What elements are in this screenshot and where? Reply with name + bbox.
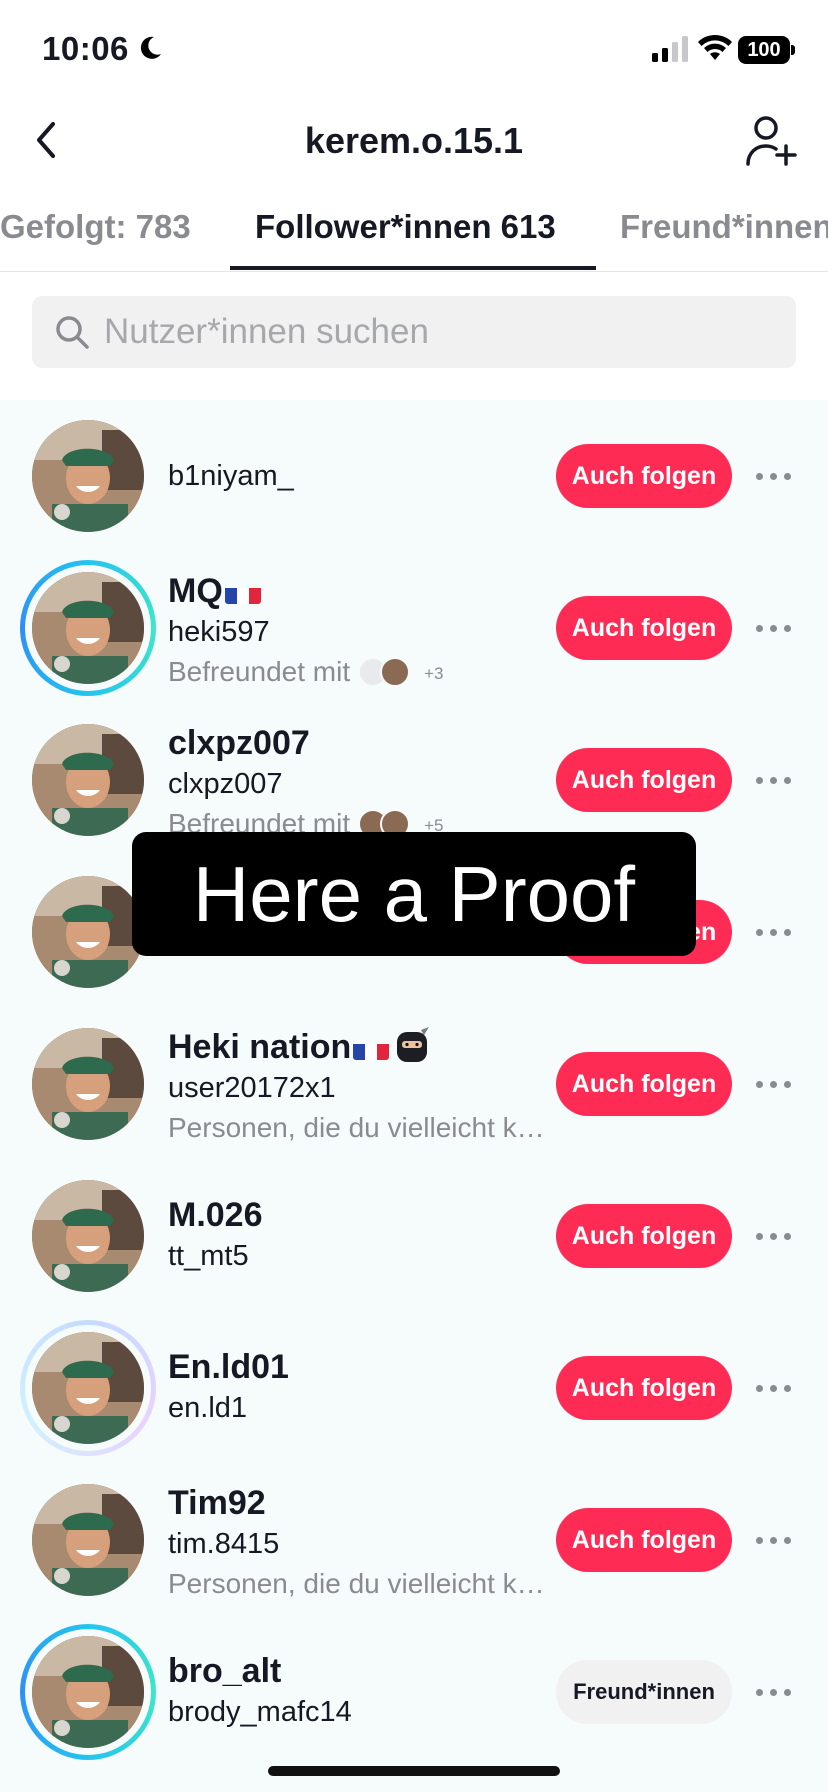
follower-handle: brody_mafc14 [168,1696,352,1728]
more-options-icon[interactable] [756,1222,796,1250]
battery-level: 100 [738,36,790,64]
moon-icon [140,36,161,59]
follower-list: b1niyam_ Auch folgen MQ heki597 Befreund… [0,400,828,1792]
status-time: 10:06 [42,30,129,67]
battery-icon: 100 [738,36,796,64]
follower-name: Tim92 [168,1484,266,1522]
avatar[interactable] [32,1484,144,1596]
follow-back-button[interactable]: Auch folgen [556,444,732,508]
list-item[interactable]: M.026 tt_mt5 Auch folgen [0,1160,828,1312]
france-flag-icon [224,580,261,604]
follower-name: MQ [168,572,223,610]
nav-header: kerem.o.15.1 [0,100,828,180]
avatar[interactable] [32,420,144,532]
more-options-icon[interactable] [756,1678,796,1706]
tab-bar: Gefolgt: 783 Follower*innen 613 Freund*i… [0,196,828,272]
follower-name: Heki nation [168,1028,352,1066]
more-options-icon[interactable] [756,1374,796,1402]
list-item[interactable]: Tim92 tim.8415 Personen, die du vielleic… [0,1464,828,1616]
wifi-icon [698,34,732,60]
avatar[interactable] [32,572,144,684]
follower-name: En.ld01 [168,1348,289,1386]
mutual-friends-label: Befreundet mit [168,656,351,687]
more-options-icon[interactable] [756,1526,796,1554]
list-item[interactable]: MQ heki597 Befreundet mit +3 Auch folgen [0,552,828,704]
suggestion-label: Personen, die du vielleicht kennst [168,1568,548,1599]
follow-back-button[interactable]: Auch folgen [556,596,732,660]
add-user-icon[interactable] [744,114,800,168]
avatar[interactable] [32,1028,144,1140]
tab-friends[interactable]: Freund*innen [620,208,828,246]
follower-handle: clxpz007 [168,768,283,800]
list-item[interactable]: En.ld01 en.ld1 Auch folgen [0,1312,828,1464]
france-flag-icon [353,1036,390,1060]
active-tab-indicator [230,266,596,270]
follow-back-button[interactable]: Auch folgen [556,1356,732,1420]
follower-name: bro_alt [168,1652,282,1690]
list-item[interactable]: bro_alt brody_mafc14 Freund*innen [0,1616,828,1768]
avatar[interactable] [32,724,144,836]
search-bar [32,296,796,368]
status-bar: 10:06 100 [0,0,828,100]
follower-name: M.026 [168,1196,263,1234]
follow-back-button[interactable]: Auch folgen [556,1204,732,1268]
home-indicator[interactable] [268,1766,560,1776]
more-options-icon[interactable] [756,1070,796,1098]
suggestion-label: Personen, die du vielleicht kennst [168,1112,548,1143]
avatar[interactable] [32,1180,144,1292]
tab-followers[interactable]: Follower*innen 613 [255,208,556,246]
more-options-icon[interactable] [756,918,796,946]
more-options-icon[interactable] [756,614,796,642]
follow-back-button[interactable]: Auch folgen [556,748,732,812]
more-options-icon[interactable] [756,766,796,794]
signal-icon [652,36,688,62]
follower-handle: en.ld1 [168,1392,248,1424]
follower-handle: heki597 [168,616,270,648]
list-item[interactable]: Heki nation user20172x1 Personen, die du… [0,1008,828,1160]
follower-handle: b1niyam_ [168,460,294,492]
caption-overlay: Here a Proof [132,832,696,956]
follower-handle: user20172x1 [168,1072,336,1104]
list-item[interactable]: b1niyam_ Auch folgen [0,400,828,552]
search-input[interactable] [104,296,774,368]
follow-back-button[interactable]: Auch folgen [556,1508,732,1572]
avatar[interactable] [32,1636,144,1748]
follower-handle: tim.8415 [168,1528,280,1560]
avatar[interactable] [32,1332,144,1444]
follower-name: clxpz007 [168,724,310,762]
follow-back-button[interactable]: Auch folgen [556,1052,732,1116]
mutual-avatars [358,657,422,687]
mutual-count: +3 [424,664,444,683]
more-options-icon[interactable] [756,462,796,490]
tab-following[interactable]: Gefolgt: 783 [0,208,191,246]
avatar[interactable] [32,876,144,988]
friends-button[interactable]: Freund*innen [556,1660,732,1724]
follower-handle: tt_mt5 [168,1240,249,1272]
ninja-icon [397,1027,430,1062]
page-title: kerem.o.15.1 [304,120,524,161]
search-icon [56,316,89,349]
